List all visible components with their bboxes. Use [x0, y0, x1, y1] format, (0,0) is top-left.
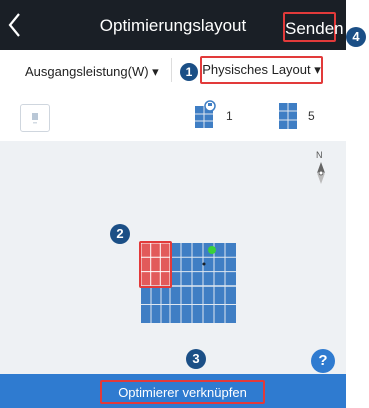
- send-button[interactable]: Senden: [283, 12, 344, 42]
- optimizer-count: 1: [226, 109, 233, 123]
- compass-north-label: N: [316, 150, 323, 160]
- optimizer-icon: [193, 100, 217, 130]
- callout-badge-1: 1: [180, 63, 198, 81]
- module-count: 5: [308, 109, 315, 123]
- callout-badge-4: 4: [346, 27, 366, 47]
- callout-badge-2: 2: [110, 224, 130, 244]
- callout-badge-3: 3: [186, 349, 206, 369]
- online-status-dot: [208, 246, 216, 254]
- output-power-dropdown[interactable]: Ausgangsleistung(W) ▾: [25, 64, 159, 80]
- physical-layout-dropdown[interactable]: Physisches Layout ▾: [200, 56, 323, 84]
- link-optimizer-button[interactable]: Optimierer verknüpfen: [100, 380, 265, 404]
- module-icon: [278, 102, 298, 130]
- help-button[interactable]: ?: [311, 349, 335, 373]
- toolbar-divider: [171, 58, 172, 82]
- compass-icon: [314, 161, 328, 185]
- layout-toggle-button[interactable]: [20, 104, 50, 132]
- selected-module-highlight: [139, 241, 172, 288]
- panel-small-icon: [32, 113, 38, 124]
